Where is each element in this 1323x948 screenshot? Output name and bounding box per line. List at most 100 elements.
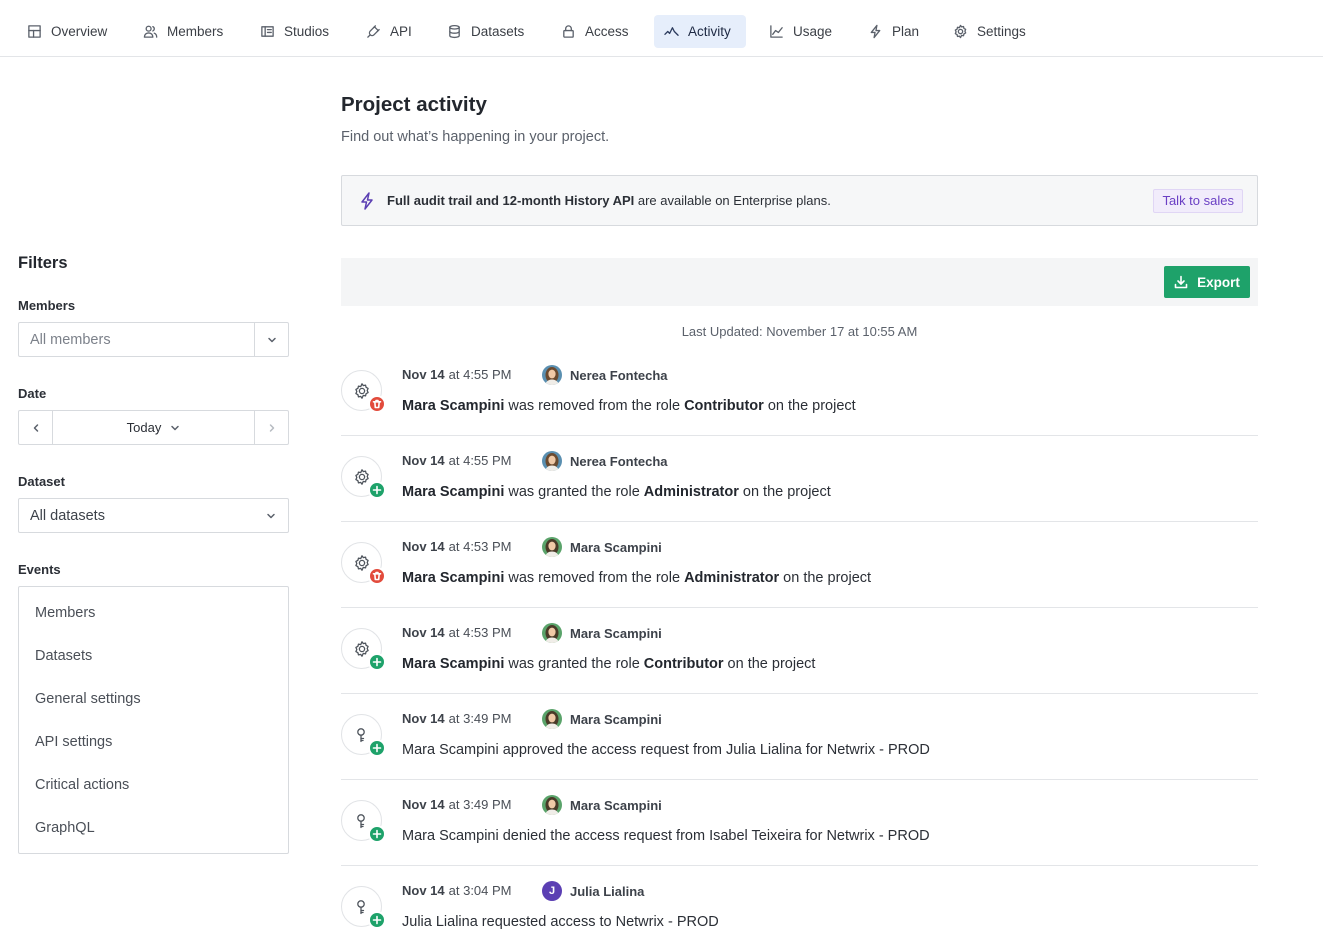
tab-members[interactable]: Members bbox=[133, 15, 233, 48]
export-button[interactable]: Export bbox=[1164, 266, 1250, 298]
date-picker: Today bbox=[18, 410, 289, 445]
activity-timestamp: Nov 14 at 4:53 PM bbox=[402, 625, 512, 640]
tab-label: Activity bbox=[688, 24, 731, 39]
tab-overview[interactable]: Overview bbox=[17, 15, 117, 48]
avatar bbox=[542, 451, 562, 471]
events-filter-label: Events bbox=[18, 562, 61, 577]
last-updated: Last Updated: November 17 at 10:55 AM bbox=[681, 324, 918, 339]
activity-icon bbox=[664, 27, 679, 36]
activity-row: Nov 14 at 3:49 PM Mara Scampini Mara Scampi… bbox=[341, 780, 1258, 866]
chevron-down-icon bbox=[267, 337, 276, 342]
message-emphasis: Contributor bbox=[643, 656, 724, 672]
lock-icon bbox=[563, 25, 574, 38]
date-select[interactable]: Today bbox=[53, 420, 254, 435]
event-option-graphql[interactable]: GraphQL bbox=[35, 820, 95, 836]
activity-row: Nov 14 at 4:53 PM Mara Scampini Mara Scampi… bbox=[341, 608, 1258, 694]
avatar bbox=[542, 795, 562, 815]
activity-message: Mara Scampini approved the access reques… bbox=[402, 742, 930, 758]
plus-icon bbox=[372, 743, 382, 753]
date-filter-label: Date bbox=[18, 386, 47, 401]
activity-date: Nov 14 bbox=[402, 539, 445, 554]
activity-actor[interactable]: J Julia Lialina bbox=[542, 881, 644, 901]
message-emphasis: Administrator bbox=[643, 484, 739, 500]
chevron-down-icon bbox=[267, 513, 275, 518]
actor-name: Mara Scampini bbox=[570, 711, 662, 727]
activity-actor[interactable]: Nerea Fontecha bbox=[542, 365, 668, 385]
activity-actor[interactable]: Mara Scampini bbox=[542, 709, 662, 729]
actor-name: Mara Scampini bbox=[570, 539, 662, 555]
page-title: Project activity bbox=[341, 93, 487, 116]
event-option-members[interactable]: Members bbox=[35, 605, 95, 621]
talk-to-sales-button[interactable]: Talk to sales bbox=[1153, 188, 1243, 213]
tab-api[interactable]: API bbox=[356, 15, 422, 48]
activity-actor[interactable]: Nerea Fontecha bbox=[542, 451, 668, 471]
activity-row: Nov 14 at 3:49 PM Mara Scampini Mara Scampi… bbox=[341, 694, 1258, 780]
database-icon bbox=[449, 24, 460, 39]
gear-icon bbox=[354, 382, 369, 399]
event-option-critical-actions[interactable]: Critical actions bbox=[35, 777, 129, 793]
avatar bbox=[542, 709, 562, 729]
message-text: was granted the role bbox=[504, 484, 644, 500]
message-text: was removed from the role bbox=[504, 398, 685, 414]
bolt-icon bbox=[870, 24, 881, 39]
members-select-value: All members bbox=[30, 331, 111, 348]
members-select-toggle[interactable] bbox=[254, 323, 288, 356]
tab-access[interactable]: Access bbox=[551, 15, 639, 48]
activity-actor[interactable]: Mara Scampini bbox=[542, 795, 662, 815]
activity-time: at 4:53 PM bbox=[448, 625, 512, 640]
activity-timestamp: Nov 14 at 4:53 PM bbox=[402, 539, 512, 554]
actor-name: Mara Scampini bbox=[570, 625, 662, 641]
activity-row: Nov 14 at 4:55 PM Nerea Fontecha Mara Scamp… bbox=[341, 350, 1258, 436]
message-text: Julia Lialina requested access to Netwri… bbox=[402, 914, 719, 930]
activity-timestamp: Nov 14 at 3:49 PM bbox=[402, 711, 512, 726]
tab-label: Studios bbox=[284, 24, 330, 39]
date-prev-button[interactable] bbox=[19, 411, 53, 444]
tab-label: Members bbox=[167, 24, 224, 39]
activity-row: Nov 14 at 3:04 PM J Julia Lialina Julia Lial… bbox=[341, 866, 1258, 948]
activity-row: Nov 14 at 4:55 PM Nerea Fontecha Mara Scamp… bbox=[341, 436, 1258, 522]
access-icon bbox=[356, 899, 365, 914]
trash-icon bbox=[372, 571, 382, 581]
dataset-select-toggle[interactable] bbox=[254, 511, 288, 521]
event-option-api-settings[interactable]: API settings bbox=[35, 734, 112, 750]
tab-plan[interactable]: Plan bbox=[858, 15, 929, 48]
message-text: Mara Scampini denied the access request … bbox=[402, 828, 930, 844]
banner-bold-text: Full audit trail and 12-month History AP… bbox=[387, 193, 635, 208]
added-badge bbox=[368, 653, 386, 671]
tab-settings[interactable]: Settings bbox=[943, 15, 1036, 48]
tab-datasets[interactable]: Datasets bbox=[437, 15, 534, 48]
bolt-icon bbox=[359, 191, 375, 210]
tab-label: Overview bbox=[51, 24, 108, 39]
message-emphasis: Mara Scampini bbox=[402, 656, 505, 672]
activity-message: Mara Scampini denied the access request … bbox=[402, 828, 930, 844]
activity-actor[interactable]: Mara Scampini bbox=[542, 537, 662, 557]
activity-timestamp: Nov 14 at 3:04 PM bbox=[402, 883, 512, 898]
tab-studios[interactable]: Studios bbox=[250, 15, 339, 48]
members-select[interactable]: All members bbox=[18, 322, 289, 357]
export-label: Export bbox=[1197, 274, 1240, 290]
message-emphasis: Mara Scampini bbox=[402, 570, 505, 586]
date-next-button[interactable] bbox=[254, 411, 288, 444]
activity-message: Mara Scampini was removed from the role … bbox=[402, 570, 871, 586]
tab-usage[interactable]: Usage bbox=[759, 15, 842, 48]
actor-name: Julia Lialina bbox=[570, 883, 645, 899]
message-text: on the project bbox=[779, 570, 872, 586]
activity-date: Nov 14 bbox=[402, 367, 445, 382]
event-option-datasets[interactable]: Datasets bbox=[35, 648, 92, 664]
message-text: on the project bbox=[738, 484, 831, 500]
filters-title: Filters bbox=[18, 254, 68, 272]
tab-label: Access bbox=[585, 24, 629, 39]
dataset-select-value: All datasets bbox=[30, 507, 105, 524]
members-filter-label: Members bbox=[18, 298, 76, 313]
tab-label: Datasets bbox=[471, 24, 525, 39]
access-icon bbox=[356, 727, 365, 742]
message-text: on the project bbox=[723, 656, 816, 672]
event-option-general-settings[interactable]: General settings bbox=[35, 691, 141, 707]
activity-date: Nov 14 bbox=[402, 711, 445, 726]
message-emphasis: Mara Scampini bbox=[402, 398, 505, 414]
activity-message: Mara Scampini was granted the role Admin… bbox=[402, 484, 831, 500]
tab-label: Settings bbox=[977, 24, 1026, 39]
tab-activity[interactable]: Activity bbox=[654, 15, 746, 48]
activity-actor[interactable]: Mara Scampini bbox=[542, 623, 662, 643]
dataset-select[interactable]: All datasets bbox=[18, 498, 289, 533]
